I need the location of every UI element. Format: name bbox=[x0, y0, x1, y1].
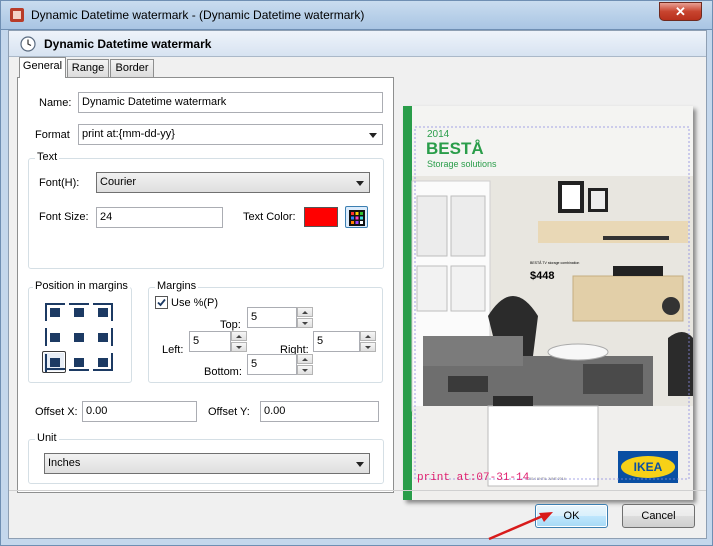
offset-x-input[interactable]: 0.00 bbox=[82, 401, 197, 422]
bottom-input[interactable]: 5 bbox=[247, 354, 297, 375]
unit-group-label: Unit bbox=[35, 432, 59, 444]
bottom-label: Bottom: bbox=[204, 366, 242, 378]
left-label: Left: bbox=[162, 344, 184, 356]
font-select-value: Courier bbox=[100, 176, 137, 188]
window-frame: Dynamic Datetime watermark General Range… bbox=[0, 30, 713, 546]
preview-page: IKEA 2014 BESTÅ Storage solutions BESTÅ … bbox=[403, 106, 693, 500]
left-spinner[interactable]: 5 bbox=[189, 331, 255, 352]
use-percent-checkbox[interactable] bbox=[155, 296, 168, 309]
format-label: Format bbox=[35, 129, 70, 141]
preview-pane: IKEA 2014 BESTÅ Storage solutions BESTÅ … bbox=[403, 77, 704, 500]
offset-y-input[interactable]: 0.00 bbox=[260, 401, 379, 422]
format-select-value: print at:{mm-dd-yy} bbox=[82, 128, 175, 140]
window-title: Dynamic Datetime watermark - (Dynamic Da… bbox=[31, 8, 365, 22]
left-input[interactable]: 5 bbox=[189, 331, 231, 352]
right-input[interactable]: 5 bbox=[313, 331, 360, 352]
watermark-preview-text: print at:07-31-14 bbox=[417, 472, 530, 484]
unit-select[interactable]: Inches bbox=[44, 453, 370, 474]
position-bottom-right[interactable] bbox=[93, 353, 113, 371]
left-increment[interactable] bbox=[231, 331, 247, 341]
dialog-body: Dynamic Datetime watermark General Range… bbox=[8, 30, 707, 541]
ikea-logo-text: IKEA bbox=[634, 460, 663, 474]
text-group-label: Text bbox=[35, 151, 60, 163]
offset-x-label: Offset X: bbox=[35, 406, 78, 418]
chevron-down-icon bbox=[356, 462, 364, 467]
unit-select-value: Inches bbox=[48, 457, 81, 469]
right-decrement[interactable] bbox=[360, 342, 376, 352]
position-top-left[interactable] bbox=[45, 303, 65, 321]
palette-icon bbox=[349, 210, 365, 226]
top-input[interactable]: 5 bbox=[247, 307, 297, 328]
tab-border[interactable]: Border bbox=[110, 59, 154, 77]
app-icon bbox=[10, 8, 24, 22]
button-bar-separator bbox=[9, 490, 706, 491]
font-select[interactable]: Courier bbox=[96, 172, 370, 193]
position-bottom-center[interactable] bbox=[69, 353, 89, 371]
font-size-input[interactable]: 24 bbox=[96, 207, 223, 228]
clock-icon bbox=[20, 36, 36, 52]
checkmark-icon bbox=[157, 298, 166, 307]
position-center[interactable] bbox=[69, 328, 89, 346]
position-group-label: Position in margins bbox=[33, 280, 130, 292]
general-panel: Name: Dynamic Datetime watermark Format … bbox=[17, 77, 394, 493]
text-color-label: Text Color: bbox=[243, 211, 296, 223]
window-titlebar: Dynamic Datetime watermark - (Dynamic Da… bbox=[0, 0, 713, 30]
left-decrement[interactable] bbox=[231, 342, 247, 352]
tab-range[interactable]: Range bbox=[67, 59, 109, 77]
price-caption: BESTÅ TV storage combination bbox=[530, 260, 579, 265]
unit-group: Unit Inches bbox=[28, 432, 384, 484]
font-size-label: Font Size: bbox=[39, 211, 89, 223]
catalog-cover-image: IKEA 2014 BESTÅ Storage solutions BESTÅ … bbox=[403, 106, 693, 500]
top-decrement[interactable] bbox=[297, 318, 313, 328]
margins-group: Margins Use %(P) Top: 5 Left: 5 Right: 5… bbox=[148, 280, 383, 383]
bottom-decrement[interactable] bbox=[297, 365, 313, 375]
bottom-spinner[interactable]: 5 bbox=[247, 354, 313, 375]
name-label: Name: bbox=[39, 97, 72, 109]
position-bottom-left[interactable] bbox=[42, 351, 66, 373]
bottom-increment[interactable] bbox=[297, 354, 313, 364]
offset-y-label: Offset Y: bbox=[208, 406, 250, 418]
name-input[interactable]: Dynamic Datetime watermark bbox=[78, 92, 383, 113]
use-percent-label: Use %(P) bbox=[171, 297, 219, 309]
cancel-button[interactable]: Cancel bbox=[622, 504, 695, 528]
tab-general[interactable]: General bbox=[19, 57, 66, 78]
text-group: Text Font(H): Courier Font Size: 24 Text… bbox=[28, 151, 384, 269]
catalog-brand: BESTÅ bbox=[426, 139, 484, 158]
format-select[interactable]: print at:{mm-dd-yy} bbox=[78, 124, 383, 145]
close-button[interactable]: ✕ bbox=[659, 2, 702, 21]
top-label: Top: bbox=[220, 319, 241, 331]
dialog-header: Dynamic Datetime watermark bbox=[9, 31, 706, 57]
top-spinner[interactable]: 5 bbox=[247, 307, 313, 328]
position-top-right[interactable] bbox=[93, 303, 113, 321]
chevron-down-icon bbox=[369, 133, 377, 138]
text-color-swatch[interactable] bbox=[304, 207, 338, 227]
position-middle-right[interactable] bbox=[93, 328, 113, 346]
chevron-down-icon bbox=[356, 181, 364, 186]
right-spinner[interactable]: 5 bbox=[313, 331, 379, 352]
top-increment[interactable] bbox=[297, 307, 313, 317]
font-label: Font(H): bbox=[39, 177, 80, 189]
margins-group-label: Margins bbox=[155, 280, 199, 292]
position-top-center[interactable] bbox=[69, 303, 89, 321]
arrow-annotation-icon bbox=[488, 512, 553, 541]
price-tag: $448 bbox=[530, 270, 554, 282]
right-increment[interactable] bbox=[360, 331, 376, 341]
dialog-header-title: Dynamic Datetime watermark bbox=[44, 37, 212, 51]
catalog-subtitle: Storage solutions bbox=[427, 159, 497, 169]
position-middle-left[interactable] bbox=[45, 328, 65, 346]
position-group: Position in margins bbox=[28, 280, 132, 383]
color-picker-button[interactable] bbox=[345, 206, 368, 228]
